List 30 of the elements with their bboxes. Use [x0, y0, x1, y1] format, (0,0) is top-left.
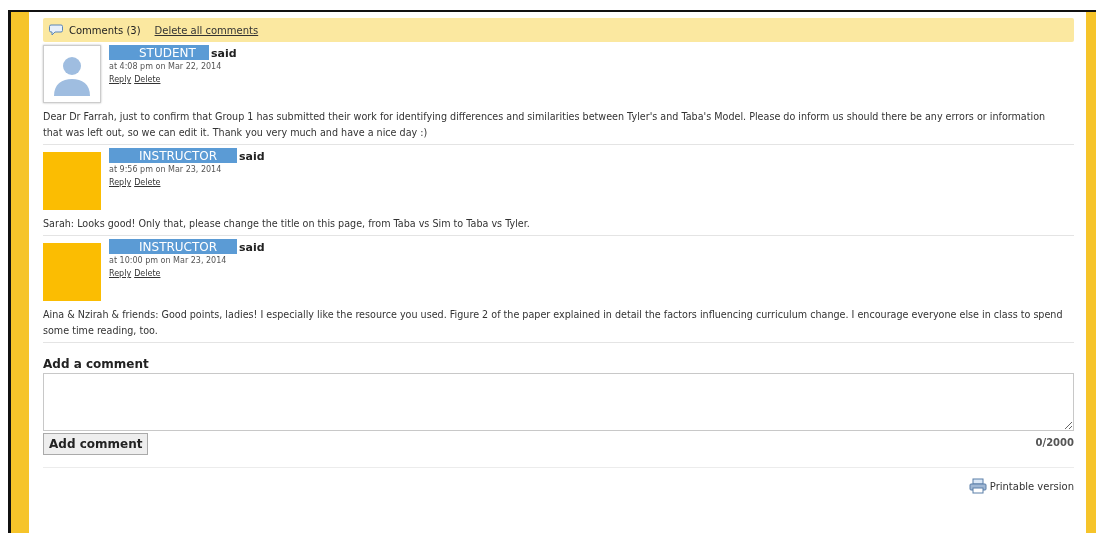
comment-time: at 4:08 pm on Mar 22, 2014: [109, 62, 223, 71]
delete-all-link[interactable]: Delete all comments: [154, 24, 259, 36]
comment-time: at 10:00 pm on Mar 23, 2014: [109, 256, 228, 265]
delete-link[interactable]: Delete: [134, 269, 161, 278]
said-label: said: [211, 47, 237, 60]
printer-icon: [968, 478, 987, 494]
reply-link[interactable]: Reply: [109, 269, 132, 278]
said-label: said: [239, 150, 265, 163]
speech-bubble-icon: [49, 24, 63, 36]
reply-link[interactable]: Reply: [109, 75, 132, 84]
delete-link[interactable]: Delete: [134, 75, 161, 84]
avatar-square: [43, 152, 101, 210]
comment-input-field[interactable]: [43, 373, 1074, 431]
comments-count: Comments (3): [69, 24, 141, 36]
reply-link[interactable]: Reply: [109, 178, 132, 187]
said-label: said: [239, 241, 265, 254]
comment-text: Sarah: Looks good! Only that, please change the title on this page, from Taba vs Sim to Taba vs Tyler.: [43, 217, 531, 231]
avatar-square: [43, 243, 101, 301]
avatar-silhouette-icon: [43, 45, 101, 103]
role-label: INSTRUCTOR: [109, 148, 237, 163]
role-label: INSTRUCTOR: [109, 239, 237, 254]
comment-text: Aina & Nzirah & friends: Good points, ladies! I especially like the resource you used. Figure 2 of the paper explained in detail the factors influencing curriculum change. I encourage everyone else in class to spend some time reading, too.: [43, 308, 1064, 338]
add-comment-button[interactable]: Add comment: [43, 433, 149, 455]
character-counter: 0/2000: [1035, 437, 1074, 448]
delete-link[interactable]: Delete: [134, 178, 161, 187]
comment-time: at 9:56 pm on Mar 23, 2014: [109, 165, 223, 174]
printable-version-link[interactable]: Printable version: [968, 478, 1074, 494]
role-label: STUDENT: [109, 45, 209, 60]
comment-text: Dear Dr Farrah, just to confirm that Group 1 has submitted their work for identifying differences and similarities between Tyler's and Taba's Model. Please do inform us should there be any errors or information that was left out, so we can edit it. Thank you very much and have a nice day :): [43, 110, 1047, 140]
add-comment-heading: Add a comment: [43, 357, 150, 371]
